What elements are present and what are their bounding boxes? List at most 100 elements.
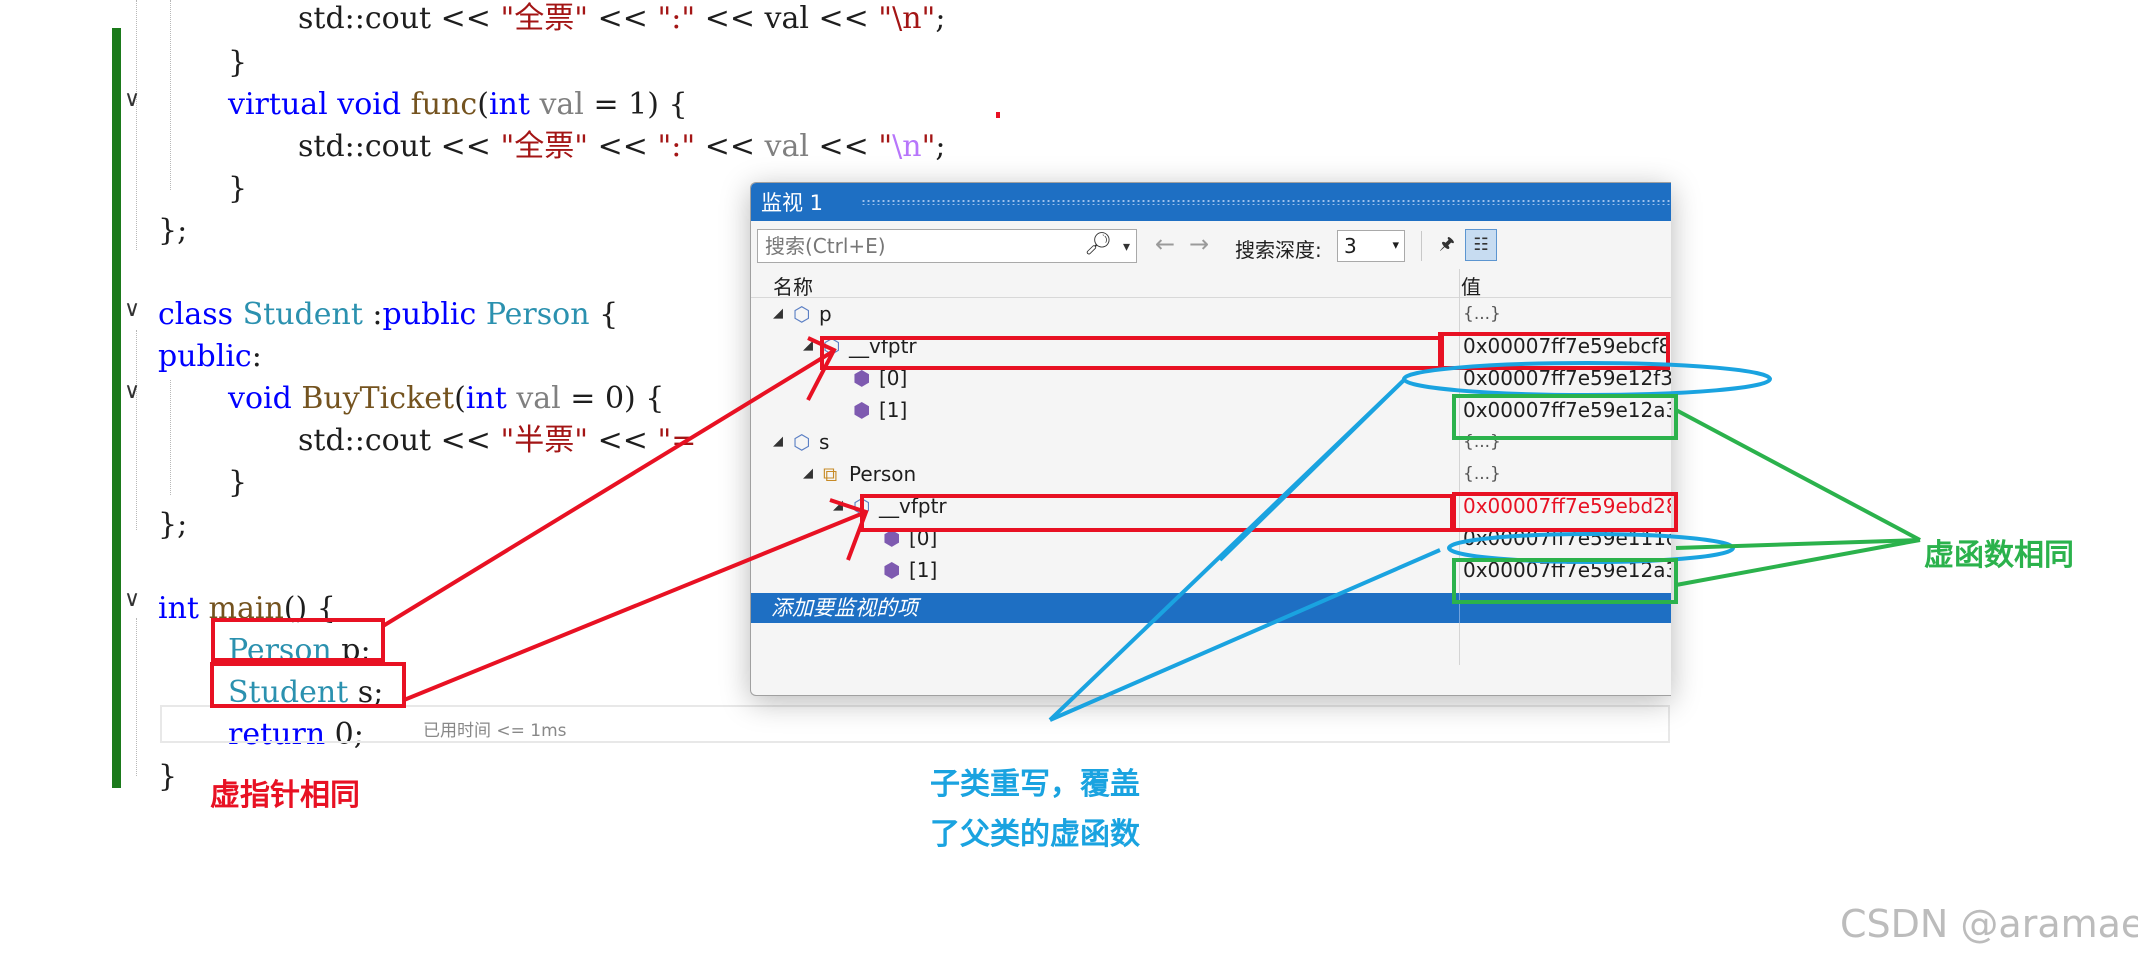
code-token: class — [158, 297, 234, 332]
indent-guide — [136, 618, 137, 776]
object-icon: ⬡ — [793, 430, 811, 454]
code-line[interactable]: } — [228, 168, 247, 209]
watch-item-value[interactable]: 0x00007ff7e59e12a3 — [1463, 394, 1671, 426]
watch-row[interactable]: ⬢ [1] 0x00007ff7e59e12a3 — [751, 554, 1671, 586]
chevron-down-icon: ▾ — [1392, 238, 1399, 253]
search-input[interactable]: 搜索(Ctrl+E) 🔎︎ ▾ — [757, 229, 1137, 263]
watch-row[interactable]: ⬢ [0] 0x00007ff7e59e111d — [751, 522, 1671, 554]
code-token: << — [440, 1, 501, 36]
expand-triangle-icon[interactable]: ◢ — [833, 490, 843, 522]
green-pointer-line — [1675, 538, 1921, 550]
fold-chevron-icon[interactable]: ∨ — [124, 290, 140, 330]
watch-row[interactable]: ◢ ⬡ __vfptr 0x00007ff7e59ebd28 — [751, 490, 1671, 522]
search-depth-select[interactable]: 3 ▾ — [1337, 230, 1405, 262]
watch-item-name: p — [819, 302, 832, 326]
code-token: }; — [158, 507, 188, 542]
code-token: << — [588, 423, 658, 458]
code-token: func — [410, 87, 478, 122]
elapsed-time-hint: 已用时间 <= 1ms — [423, 721, 567, 741]
value-column-header[interactable]: 值 — [1461, 271, 1481, 300]
expand-triangle-icon[interactable]: ◢ — [773, 298, 783, 330]
code-token: << val << — [695, 1, 879, 36]
expand-triangle-icon[interactable]: ◢ — [773, 426, 783, 458]
fold-chevron-icon[interactable]: ∨ — [124, 580, 140, 620]
pin-icon[interactable]: 🖈︎ — [1431, 229, 1463, 261]
annotation-same-vptr: 虚指针相同 — [210, 778, 360, 813]
code-token: std::cout << — [298, 129, 501, 164]
search-options-chevron-down-icon[interactable]: ▾ — [1123, 231, 1130, 263]
watch-item-value[interactable]: 0x00007ff7e59e111d — [1463, 522, 1671, 554]
code-token: } — [228, 45, 248, 80]
watch-row[interactable]: ⬢ [1] 0x00007ff7e59e12a3 — [751, 394, 1671, 426]
code-token: virtual — [228, 87, 328, 122]
code-line[interactable]: std::cout << "全票" << ":" << val << "\n"; — [298, 0, 945, 39]
watch-item-value[interactable]: {...} — [1463, 298, 1501, 330]
code-token: " — [921, 129, 936, 164]
code-token: ( — [477, 87, 489, 122]
watch-item-value[interactable]: {...} — [1463, 426, 1501, 458]
code-token: \n — [892, 129, 922, 164]
code-token: { — [589, 297, 619, 332]
code-token: val — [516, 381, 561, 416]
code-line[interactable]: void BuyTicket(int val = 0) { — [228, 378, 664, 419]
watch-item-value[interactable]: 0x00007ff7e59e12f3 — [1463, 362, 1671, 394]
search-icon[interactable]: 🔎︎ — [1084, 229, 1112, 261]
code-line[interactable]: virtual void func(int val = 1) { — [228, 84, 688, 125]
code-line[interactable]: class Student :public Person { — [158, 294, 618, 335]
add-watch-item-row[interactable]: 添加要监视的项 — [751, 593, 1671, 623]
code-line[interactable]: } — [158, 756, 177, 797]
search-back-arrow-icon[interactable]: ← — [1155, 232, 1175, 256]
code-line[interactable]: } — [228, 42, 247, 83]
fold-chevron-icon[interactable]: ∨ — [124, 80, 140, 120]
annotation-same-vfunc: 虚函数相同 — [1924, 538, 2074, 573]
watch-item-value[interactable]: 0x00007ff7e59e12a3 — [1463, 554, 1671, 586]
code-line[interactable]: std::cout << "半票" << "= — [298, 420, 696, 461]
name-column-header[interactable]: 名称 — [773, 271, 813, 300]
watch-row[interactable]: ◢ ⬡ p {...} — [751, 298, 1671, 330]
fold-chevron-icon[interactable]: ∨ — [124, 372, 140, 412]
indent-guide — [170, 0, 171, 190]
hex-display-toggle-icon[interactable]: ☷ — [1465, 229, 1497, 261]
search-depth-label: 搜索深度: — [1235, 238, 1322, 262]
watch-item-value[interactable]: {...} — [1463, 458, 1501, 490]
pointer-icon: ⬢ — [853, 398, 871, 422]
watch-row[interactable]: ◢ ⬡ __vfptr 0x00007ff7e59ebcf8 — [751, 330, 1671, 362]
expand-triangle-icon[interactable]: ◢ — [803, 458, 813, 490]
watch-title: 监视 1 — [761, 191, 824, 215]
watch-row[interactable]: ◢ ⧉ Person {...} — [751, 458, 1671, 490]
watch-toolbar: 搜索(Ctrl+E) 🔎︎ ▾ ← → 搜索深度: 3 ▾ 🖈︎ ☷ — [751, 221, 1671, 269]
code-token: = 1) { — [583, 87, 688, 122]
code-line[interactable]: public: — [158, 336, 262, 377]
watch-item-name: [0] — [879, 366, 908, 390]
code-line[interactable]: }; — [158, 210, 187, 251]
current-line-highlight — [160, 705, 1670, 743]
code-token: "全票" — [500, 129, 589, 164]
code-token: main — [208, 591, 284, 626]
code-line[interactable]: std::cout << "全票" << ":" << val << "\n"; — [298, 126, 945, 167]
code-token: int — [158, 591, 199, 626]
code-token: int — [465, 381, 507, 416]
watch-item-value[interactable]: 0x00007ff7e59ebd28 — [1463, 490, 1671, 522]
expand-triangle-icon[interactable]: ◢ — [803, 330, 813, 362]
code-token: () { — [283, 591, 336, 626]
watch-item-value[interactable]: 0x00007ff7e59ebcf8 — [1463, 330, 1671, 362]
code-token: : — [362, 297, 383, 332]
code-token: " — [878, 129, 893, 164]
watch-row[interactable]: ◢ ⬡ s {...} — [751, 426, 1671, 458]
watch-title-bar[interactable]: 监视 1 — [751, 183, 1671, 221]
code-token: void — [337, 87, 402, 122]
code-line[interactable]: int main() { — [158, 588, 336, 629]
code-line[interactable]: Person p; — [228, 630, 371, 671]
watch-window[interactable]: 监视 1 搜索(Ctrl+E) 🔎︎ ▾ ← → 搜索深度: 3 ▾ 🖈︎ ☷ … — [750, 182, 1671, 696]
search-forward-arrow-icon[interactable]: → — [1189, 232, 1209, 256]
code-line[interactable]: } — [228, 462, 247, 503]
watch-row[interactable]: ⬢ [0] 0x00007ff7e59e12f3 — [751, 362, 1671, 394]
annotation-override: 子类重写，覆盖 了父类的虚函数 — [930, 760, 1140, 860]
code-line[interactable]: }; — [158, 504, 187, 545]
